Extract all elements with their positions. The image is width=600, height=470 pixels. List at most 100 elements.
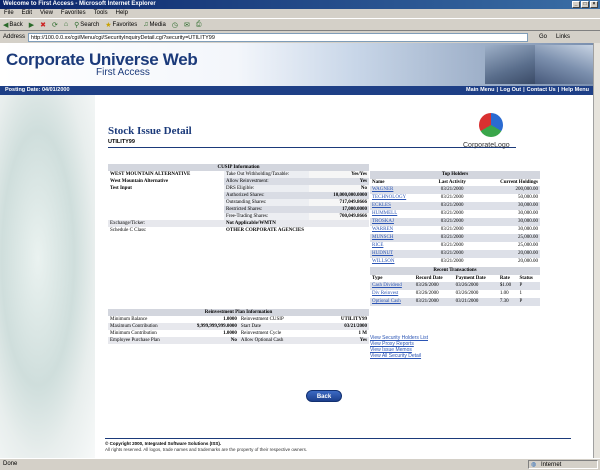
cusip-label: Restricted Shares: xyxy=(224,206,309,213)
status-bar: Done ◍ Internet xyxy=(0,458,600,469)
holder-holdings: 20,000.00 xyxy=(518,259,538,264)
menu-file[interactable]: File xyxy=(4,9,14,18)
cusip-value: 700,049.8666 xyxy=(309,213,369,220)
holder-holdings: 200,000.00 xyxy=(476,186,540,194)
stop-button[interactable]: ✖ xyxy=(40,21,46,29)
cusip-label: Outstanding Shares: xyxy=(224,199,309,206)
back-arrow-icon: ◀ xyxy=(3,21,9,29)
holder-link[interactable]: RICE xyxy=(372,243,383,248)
cusip-value: Yes xyxy=(309,178,369,185)
reinvest-value: Yes xyxy=(309,337,369,344)
holder-link[interactable]: WAGNER xyxy=(372,187,393,192)
nav-help-menu[interactable]: Help Menu xyxy=(561,86,589,95)
nav-sep: | xyxy=(523,87,525,93)
menu-tools[interactable]: Tools xyxy=(94,9,108,18)
nav-log-out[interactable]: Log Out xyxy=(500,86,521,95)
company-note: Test Input xyxy=(110,186,132,191)
history-icon: ◷ xyxy=(171,21,178,29)
favorites-button[interactable]: ★ Favorites xyxy=(105,21,137,29)
search-button[interactable]: ⚲ Search xyxy=(74,21,99,29)
view-all-security-detail-link[interactable]: View All Security Detail xyxy=(370,353,428,359)
schedule-label: Schedule C Class: xyxy=(110,228,147,233)
reinvest-value: 1.0000 xyxy=(223,317,237,322)
holder-date: 03/21/2000 xyxy=(428,234,477,242)
refresh-icon: ⟳ xyxy=(52,21,58,29)
address-bar: Address http://100.0.0.xx/cgi/Menu/cgi/S… xyxy=(0,31,600,43)
holder-link[interactable]: HUDNUT xyxy=(372,251,393,256)
reinvest-value: UTILITY99 xyxy=(340,317,367,322)
holder-date: 03/21/2000 xyxy=(440,211,464,216)
nav-bar: Posting Date: 04/01/2000 Main Menu | Log… xyxy=(0,86,593,95)
menu-view[interactable]: View xyxy=(40,9,53,18)
nav-main-menu[interactable]: Main Menu xyxy=(466,86,494,95)
col-name: Name xyxy=(372,180,385,185)
back-toolbar-button[interactable]: ◀ Back xyxy=(3,21,23,29)
go-button[interactable]: Go xyxy=(539,34,547,40)
holder-link[interactable]: WILLSON xyxy=(372,259,395,264)
reinvest-label: Employee Purchase Plan xyxy=(108,337,180,344)
banner-photo-left xyxy=(485,45,535,84)
address-input[interactable]: http://100.0.0.xx/cgi/Menu/cgi/SecurityI… xyxy=(28,32,529,42)
transaction-link[interactable]: Optional Cash xyxy=(372,299,401,304)
home-button[interactable]: ⌂ xyxy=(64,21,68,28)
reinvest-label: Minimum Contribution xyxy=(110,331,157,336)
holder-link[interactable]: WARREN xyxy=(372,227,393,232)
holder-link[interactable]: MUNSCH xyxy=(372,235,393,240)
status: 1 xyxy=(519,291,523,296)
holder-date: 03/21/2000 xyxy=(428,218,477,226)
footer: © Copyright 2000, Integrated Software So… xyxy=(105,438,575,453)
vertical-scrollbar[interactable] xyxy=(593,43,600,458)
nav-contact-us[interactable]: Contact Us xyxy=(527,86,556,95)
reinvestment-header: Reinvestment Plan Information xyxy=(108,309,369,316)
holder-link[interactable]: HUMMELL xyxy=(372,211,397,216)
menu-favorites[interactable]: Favorites xyxy=(61,9,86,18)
refresh-button[interactable]: ⟳ xyxy=(52,21,58,29)
back-button[interactable]: Back xyxy=(306,390,342,402)
top-holders-table: Top Holders Name Last Activity Current Hol… xyxy=(370,171,540,266)
page-viewport: Corporate Universe Web First Access Post… xyxy=(0,43,593,458)
holder-holdings: 50,000.00 xyxy=(518,195,538,200)
media-button[interactable]: ♫ Media xyxy=(143,21,166,28)
company-name: WEST MOUNTAIN ALTERNATIVE xyxy=(110,172,191,177)
posting-date: Posting Date: 04/01/2000 xyxy=(5,87,70,93)
print-icon: ⎙ xyxy=(195,20,202,28)
links-button[interactable]: Links xyxy=(556,34,570,40)
cusip-value: Yes/Yes xyxy=(309,171,369,178)
payment-date: 03/26/2000 xyxy=(453,282,498,290)
holder-link[interactable]: ECKLES xyxy=(372,203,391,208)
maximize-icon[interactable]: □ xyxy=(581,1,589,8)
holder-date: 03/21/2000 xyxy=(428,202,477,210)
print-button[interactable]: ⎙ xyxy=(196,21,202,29)
close-icon[interactable]: × xyxy=(590,1,598,8)
holder-link[interactable]: TROSKAJ xyxy=(372,219,394,224)
holder-date: 03/21/2000 xyxy=(428,250,477,258)
mail-button[interactable]: ✉ xyxy=(184,21,190,29)
transaction-link[interactable]: Div Reinvest xyxy=(372,291,398,296)
menu-help[interactable]: Help xyxy=(116,9,128,18)
status: P xyxy=(517,282,540,290)
holder-holdings: 25,000.00 xyxy=(476,234,540,242)
home-icon: ⌂ xyxy=(63,21,69,28)
history-button[interactable]: ◷ xyxy=(172,21,178,29)
col-last-activity: Last Activity xyxy=(438,180,466,185)
payment-date: 03/21/2000 xyxy=(453,298,498,306)
schedule-value: OTHER CORPORATE AGENCIES xyxy=(226,228,304,233)
page-subtitle: UTILITY99 xyxy=(108,139,135,145)
cusip-label: DRS Eligible: xyxy=(224,185,309,192)
reinvest-value: 1.0000 xyxy=(223,331,237,336)
transaction-link[interactable]: Cash Dividend xyxy=(372,283,402,288)
reinvest-label: Maximum Contribution xyxy=(108,323,180,330)
forward-button[interactable]: ▶ xyxy=(29,21,34,29)
reinvest-value: 9,999,999,999.0000 xyxy=(179,323,239,330)
minimize-icon[interactable]: _ xyxy=(572,1,580,8)
nav-sep: | xyxy=(557,87,560,93)
holder-date: 03/21/2000 xyxy=(440,227,464,232)
nav-sep: | xyxy=(496,87,498,93)
record-date: 03/21/2000 xyxy=(413,298,454,306)
holder-holdings: 20,000.00 xyxy=(476,250,540,258)
reinvest-value: 03/21/2000 xyxy=(309,323,369,330)
col-record-date: Record Date xyxy=(415,276,443,281)
rate: 7.30 xyxy=(497,298,518,306)
holder-link[interactable]: TECHNOLOGY xyxy=(372,195,406,200)
menu-edit[interactable]: Edit xyxy=(22,9,32,18)
